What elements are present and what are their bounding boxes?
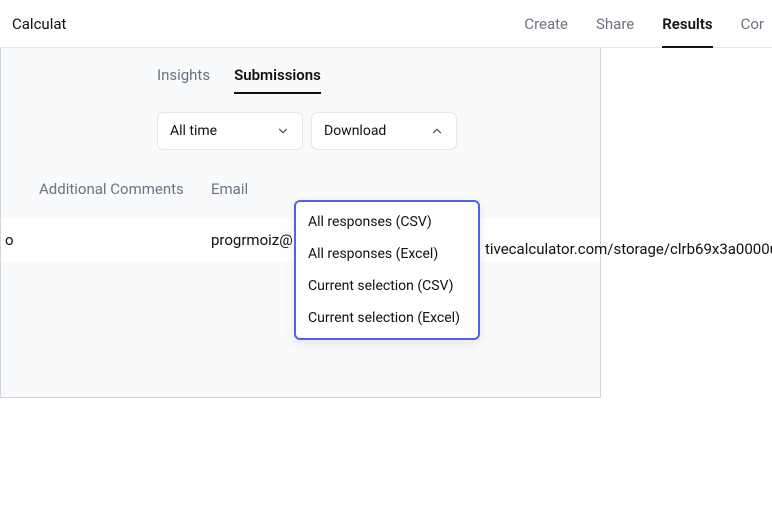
table-header: Additional Comments Email — [1, 150, 600, 198]
chevron-up-icon — [430, 124, 444, 138]
download-dropdown[interactable]: Download — [311, 112, 457, 150]
download-option-csv-all[interactable]: All responses (CSV) — [296, 206, 478, 238]
nav-results[interactable]: Results — [648, 0, 726, 48]
nav-share[interactable]: Share — [582, 0, 648, 48]
column-header-email: Email — [211, 180, 600, 198]
tab-insights[interactable]: Insights — [157, 66, 210, 94]
cell-trunc: o — [1, 231, 19, 249]
download-menu: All responses (CSV) All responses (Excel… — [294, 200, 480, 340]
sub-tabs: Insights Submissions — [1, 48, 600, 94]
controls-row: All time Download — [1, 94, 600, 150]
download-option-csv-sel[interactable]: Current selection (CSV) — [296, 270, 478, 302]
overflow-text: tivecalculator.com/storage/clrb69x3a0000… — [485, 240, 772, 258]
cell-email: progrmoiz@ — [19, 231, 293, 249]
time-filter-label: All time — [170, 123, 217, 139]
download-label: Download — [324, 123, 386, 139]
download-option-excel-sel[interactable]: Current selection (Excel) — [296, 302, 478, 334]
chevron-down-icon — [276, 124, 290, 138]
app-header: Calculat Create Share Results Cor — [0, 0, 772, 48]
content-panel: Insights Submissions All time Download A… — [0, 48, 601, 398]
column-header-comments: Additional Comments — [39, 180, 211, 198]
download-option-excel-all[interactable]: All responses (Excel) — [296, 238, 478, 270]
nav-cor[interactable]: Cor — [727, 0, 764, 48]
tab-submissions[interactable]: Submissions — [234, 66, 321, 94]
nav-create[interactable]: Create — [510, 0, 582, 48]
page-title: Calculat — [8, 15, 66, 33]
time-filter-dropdown[interactable]: All time — [157, 112, 303, 150]
